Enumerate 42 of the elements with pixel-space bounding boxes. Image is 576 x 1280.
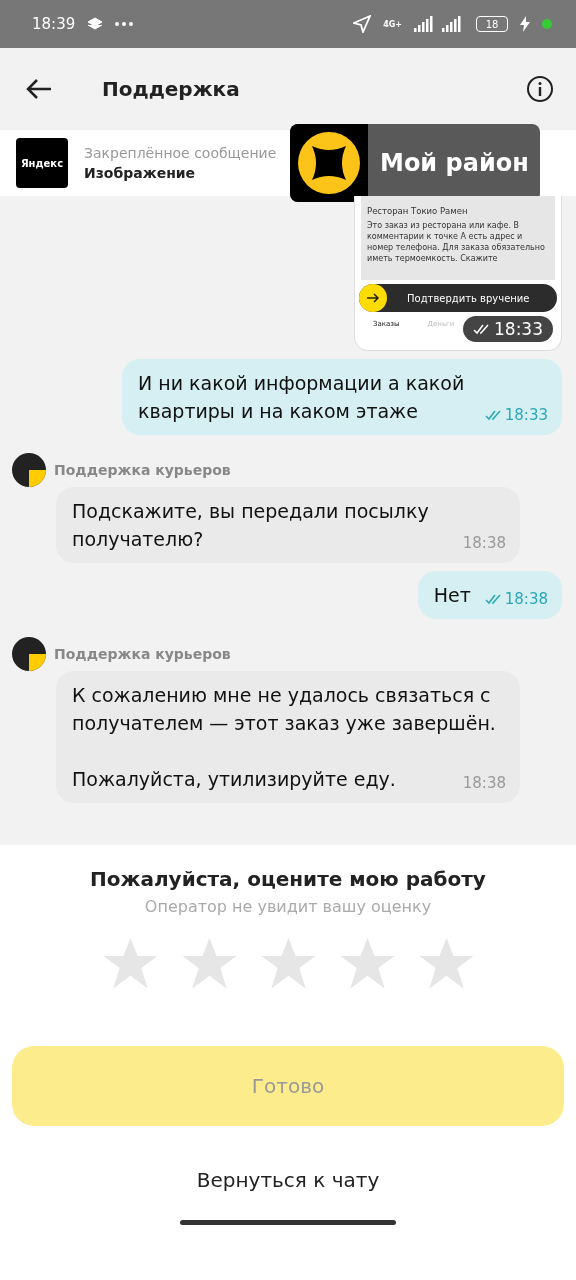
star-icon[interactable] [181,938,237,990]
signal-icon [414,16,464,32]
status-dot-icon [542,19,552,29]
support-avatar [12,637,46,671]
double-check-icon [484,409,503,421]
star-icon[interactable] [260,938,316,990]
app-badge-title: Мой район [379,149,529,177]
list-item: Ресторан Токио Рамен [367,206,469,216]
incoming-message: Подскажите, вы передали посылку получателю? 18:38 [56,487,520,563]
pinned-text: Изображение [84,165,197,181]
info-icon[interactable] [526,75,554,103]
outgoing-message: И ни какой информации а какой квартиры и на каком этаже 18:33 [122,359,562,435]
arrow-icon [366,293,380,303]
layers-icon [87,16,104,32]
status-time: 18:39 [32,15,76,33]
app-logo-icon [298,132,360,194]
company-logo: Яндекс [16,138,68,188]
incoming-message: К сожалению мне не удалось связаться с получателем — этот заказ уже завершён. Пожалуйста, утилизируйте еду. 18:38 [56,671,520,803]
back-arrow-icon[interactable] [26,78,52,100]
sender-name: Поддержка курьеров [54,462,231,478]
outgoing-message: Нет 18:38 [417,571,562,619]
network-type: 4G+ [383,19,402,29]
star-icon[interactable] [102,938,158,990]
charging-icon [520,16,530,32]
back-to-chat-link[interactable]: Вернуться к чату [196,1168,380,1192]
location-icon [353,15,372,33]
star-icon[interactable] [418,938,474,990]
double-check-icon [484,593,503,605]
chat-title: Поддержка [102,77,241,101]
star-icon[interactable] [339,938,395,990]
order-description: Это заказ из ресторана или кафе. В комментарии к точке А есть адрес и номер телефона. Для заказа обязательно иметь термоемкость. Скажите [367,220,546,264]
message-time: 18:33 [463,316,553,342]
sender-name: Поддержка курьеров [54,646,231,662]
pinned-label: Закреплённое сообщение [84,145,277,161]
confirm-button: Подтвердить вручение [359,284,557,312]
more-icon [115,22,134,26]
home-indicator[interactable] [180,1220,396,1225]
battery-level: 18 [476,16,508,32]
rating-subtitle: Оператор не увидит вашу оценку [144,897,432,916]
support-avatar [12,453,46,487]
rating-title: Пожалуйста, оцените мою работу [90,867,486,891]
double-check-icon [473,323,491,335]
